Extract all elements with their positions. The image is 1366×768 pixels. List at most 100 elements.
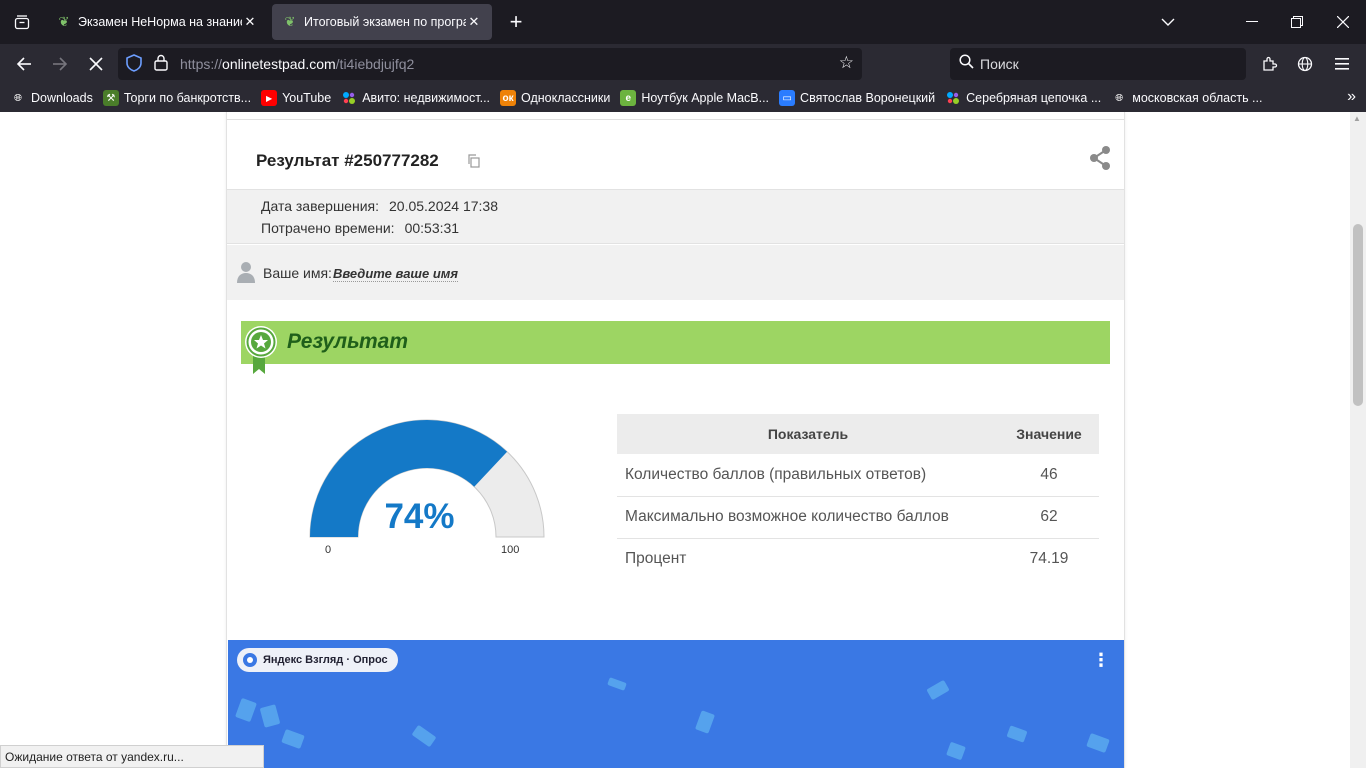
bookmark-avito[interactable]: Авито: недвижимост... — [341, 90, 490, 106]
ad-label: Яндекс Взгляд · Опрос — [263, 654, 388, 666]
close-window-icon[interactable] — [1320, 0, 1366, 44]
scrollbar-thumb[interactable] — [1353, 224, 1363, 406]
metric-value: 62 — [999, 496, 1099, 539]
url-path: /ti4iebdjujfq2 — [335, 56, 415, 72]
bookmark-moscow-region[interactable]: 🌐︎ московская область ... — [1111, 90, 1262, 106]
more-options-icon[interactable]: ⋮ — [1092, 650, 1110, 671]
bookmark-label: Святослав Воронецкий — [800, 91, 936, 105]
bookmark-label: Авито: недвижимост... — [362, 91, 491, 105]
confetti-decoration — [411, 724, 437, 748]
ok-icon: ок — [500, 90, 517, 106]
restore-icon[interactable] — [1274, 0, 1320, 44]
close-tab-icon[interactable]: ✕ — [466, 14, 482, 30]
forward-arrow-icon[interactable] — [46, 50, 74, 78]
tab-exam-nenorma[interactable]: ❦ Экзамен НеНорма на знание г ✕ — [46, 4, 268, 40]
scroll-up-arrow-icon[interactable]: ▲ — [1353, 114, 1361, 123]
bookmark-label: Торги по банкротств... — [123, 91, 252, 105]
time-spent-label: Потрачено времени: — [261, 220, 395, 236]
tracking-shield-icon[interactable] — [126, 54, 142, 76]
result-meta: Дата завершения: 20.05.2024 17:38 Потраче… — [227, 189, 1124, 244]
name-input[interactable]: Введите ваше имя — [333, 266, 459, 282]
globe-icon: 🌐︎ — [14, 92, 22, 104]
bookmark-torgi[interactable]: ⚒ Торги по банкротств... — [102, 90, 252, 106]
tab-final-exam[interactable]: ❦ Итоговый экзамен по програ ✕ — [272, 4, 492, 40]
address-bar[interactable]: https://onlinetestpad.com/ti4iebdjujfq2 … — [118, 48, 862, 80]
minimize-icon[interactable] — [1229, 0, 1275, 44]
bookmark-label: Downloads — [31, 91, 93, 105]
stop-loading-icon[interactable] — [82, 50, 110, 78]
hammer-icon: ⚒ — [102, 90, 119, 106]
youtube-icon: ▶ — [261, 90, 278, 106]
bookmark-chain[interactable]: Серебряная цепочка ... — [945, 90, 1101, 106]
result-card: Результат #250777282 Дата завершения: 20.… — [226, 112, 1125, 768]
metric-name: Количество баллов (правильных ответов) — [617, 454, 999, 497]
column-header: Значение — [999, 414, 1099, 454]
double-chevron-right-icon[interactable]: » — [1347, 88, 1356, 106]
confetti-decoration — [695, 710, 715, 734]
bookmark-macbook[interactable]: e Ноутбук Apple MacB... — [620, 90, 769, 106]
search-bar[interactable] — [950, 48, 1246, 80]
translate-globe-icon[interactable] — [1291, 50, 1319, 78]
name-row: Ваше имя: Введите ваше имя — [227, 245, 1124, 300]
bookmark-label: Одноклассники — [521, 91, 611, 105]
list-all-tabs-icon[interactable] — [8, 8, 36, 36]
table-row: Количество баллов (правильных ответов) 4… — [617, 454, 1099, 497]
confetti-decoration — [926, 679, 950, 701]
completed-value: 20.05.2024 17:38 — [389, 198, 498, 214]
gauge-min-label: 0 — [325, 544, 332, 556]
yandex-eye-icon — [243, 653, 257, 667]
card-top-divider — [227, 112, 1124, 120]
result-title: Результат #250777282 — [256, 151, 439, 170]
confetti-decoration — [1006, 725, 1028, 743]
confetti-decoration — [1086, 733, 1110, 753]
globe-icon: 🌐︎ — [1115, 92, 1124, 104]
bookmark-label: московская область ... — [1132, 91, 1263, 105]
tab-title: Итоговый экзамен по програ — [304, 15, 466, 29]
time-spent-value: 00:53:31 — [404, 220, 460, 236]
navigation-toolbar: https://onlinetestpad.com/ti4iebdjujfq2 … — [0, 44, 1366, 84]
bookmark-star-icon[interactable]: ☆ — [839, 53, 854, 73]
gauge-percent: 74% — [384, 497, 455, 536]
user-icon — [236, 261, 256, 283]
bookmark-svyatoslav[interactable]: ▭ Святослав Воронецкий — [779, 90, 935, 106]
copy-icon[interactable] — [467, 154, 481, 168]
yandex-survey-ad[interactable]: Яндекс Взгляд · Опрос ⋮ — [228, 640, 1124, 768]
gauge-max-label: 100 — [501, 544, 520, 556]
bookmark-label: Серебряная цепочка ... — [966, 91, 1102, 105]
url-host: onlinetestpad.com — [222, 56, 336, 72]
confetti-decoration — [259, 704, 281, 728]
completed-row: Дата завершения: 20.05.2024 17:38 — [261, 198, 498, 214]
back-arrow-icon[interactable] — [10, 50, 38, 78]
column-header: Показатель — [617, 414, 999, 454]
metric-name: Максимально возможное количество баллов — [617, 496, 999, 539]
store-icon: e — [620, 90, 637, 106]
search-icon — [959, 54, 974, 73]
table-row: Процент 74.19 — [617, 538, 1099, 580]
app-menu-icon[interactable] — [1328, 50, 1356, 78]
new-tab-icon[interactable]: + — [502, 8, 530, 36]
lock-icon[interactable] — [154, 54, 168, 74]
bookmark-label: YouTube — [282, 91, 332, 105]
search-input[interactable] — [980, 54, 1230, 74]
stats-table: Показатель Значение Количество баллов (п… — [617, 414, 1099, 580]
metric-name: Процент — [625, 550, 687, 568]
name-label: Ваше имя: — [263, 265, 332, 281]
section-title: Результат — [287, 330, 409, 353]
close-tab-icon[interactable]: ✕ — [242, 14, 258, 30]
chevron-down-icon[interactable] — [1145, 0, 1191, 44]
confetti-decoration — [946, 741, 966, 761]
page-viewport: Результат #250777282 Дата завершения: 20.… — [0, 112, 1366, 768]
ad-label-pill[interactable]: Яндекс Взгляд · Опрос — [237, 648, 398, 672]
time-spent-row: Потрачено времени: 00:53:31 — [261, 220, 459, 236]
bookmark-downloads[interactable]: 🌐︎ Downloads — [10, 90, 93, 106]
bookmark-youtube[interactable]: ▶ YouTube — [261, 90, 331, 106]
extensions-puzzle-icon[interactable] — [1256, 50, 1284, 78]
share-icon[interactable] — [1088, 144, 1112, 172]
award-badge-icon — [244, 324, 278, 376]
page-scrollbar[interactable]: ▲ — [1350, 112, 1366, 768]
metric-value: 74.19 — [1029, 550, 1069, 568]
bookmark-odnoklassniki[interactable]: ок Одноклассники — [500, 90, 610, 106]
table-row: Максимально возможное количество баллов … — [617, 496, 1099, 539]
bookmarks-toolbar: 🌐︎ Downloads ⚒ Торги по банкротств... ▶ You… — [0, 84, 1366, 112]
url-text: https://onlinetestpad.com/ti4iebdjujfq2 — [180, 56, 414, 72]
